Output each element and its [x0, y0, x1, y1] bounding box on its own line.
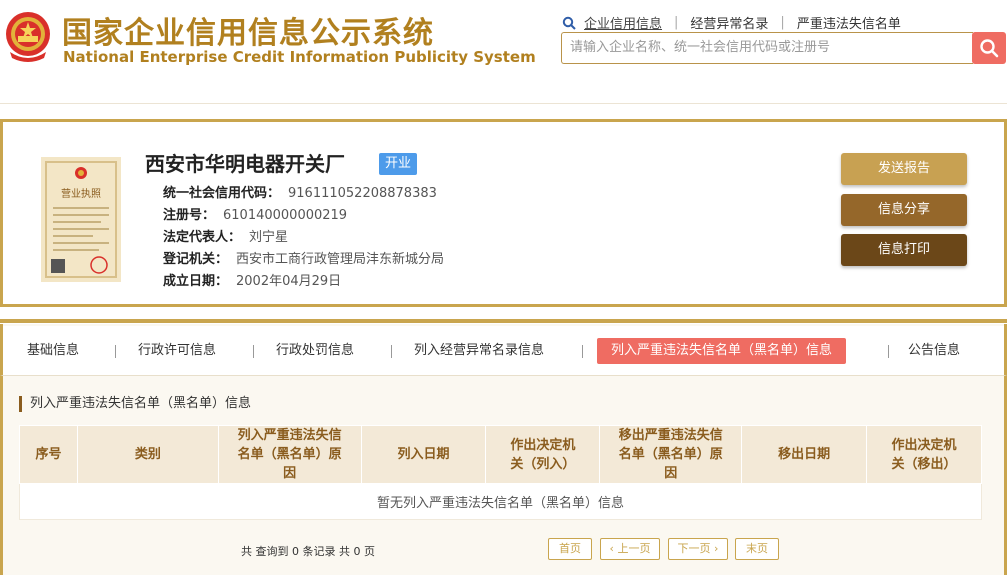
info-label: 统一社会信用代码：	[163, 186, 281, 201]
first-page-button[interactable]: 首页	[548, 538, 592, 560]
info-label: 成立日期：	[163, 274, 229, 289]
info-row-legal-rep: 法定代表人： 刘宁星	[163, 226, 288, 245]
search-button[interactable]	[972, 32, 1006, 64]
column-header-index: 序号	[19, 425, 78, 484]
column-header-removal-authority: 作出决定机关（移出）	[866, 425, 982, 484]
status-badge: 开业	[379, 153, 418, 175]
empty-message: 暂无列入严重违法失信名单（黑名单）信息	[19, 483, 982, 520]
blacklist-table: 序号 类别 列入严重违法失信名单（黑名单）原因 列入日期 作出决定机关（列入） …	[19, 425, 982, 520]
search-icon	[980, 39, 999, 58]
section-title: 列入严重违法失信名单（黑名单）信息	[19, 396, 251, 412]
column-header-removal-reason: 移出严重违法失信名单（黑名单）原因	[599, 425, 743, 484]
search-icon	[562, 16, 576, 30]
info-row-authority: 登记机关： 西安市工商行政管理局沣东新城分局	[163, 248, 444, 267]
pager-info: 共 查询到 0 条记录 共 0 页	[241, 545, 375, 558]
svg-text:营业执照: 营业执照	[61, 187, 101, 200]
share-info-button[interactable]: 信息分享	[841, 194, 967, 226]
tab-separator	[115, 345, 116, 358]
tab-announcements[interactable]: 公告信息	[908, 338, 960, 364]
table-header-row: 序号 类别 列入严重违法失信名单（黑名单）原因 列入日期 作出决定机关（列入） …	[19, 425, 982, 484]
tab-basic-info[interactable]: 基础信息	[27, 338, 79, 364]
info-row-credit-code: 统一社会信用代码： 916111052208878383	[163, 182, 437, 201]
info-row-reg-number: 注册号： 610140000000219	[163, 204, 347, 223]
tab-admin-license[interactable]: 行政许可信息	[138, 338, 216, 364]
site-title-en: National Enterprise Credit Information P…	[63, 48, 536, 66]
prev-page-label: 上一页	[617, 542, 651, 555]
tab-bar: 基础信息 行政许可信息 行政处罚信息 列入经营异常名录信息 列入严重违法失信名单…	[0, 326, 1007, 376]
search-input[interactable]: 请输入企业名称、统一社会信用代码或注册号	[561, 32, 973, 64]
tab-abnormal-list[interactable]: 列入经营异常名录信息	[414, 338, 544, 364]
tab-separator	[391, 345, 392, 358]
column-header-listing-date: 列入日期	[360, 425, 487, 484]
send-report-button[interactable]: 发送报告	[841, 153, 967, 185]
prev-page-button[interactable]: ‹ 上一页	[600, 538, 660, 560]
next-page-button[interactable]: 下一页 ›	[668, 538, 728, 560]
company-name: 西安市华明电器开关厂	[145, 152, 345, 176]
column-header-removal-date: 移出日期	[741, 425, 868, 484]
column-header-category: 类别	[76, 425, 219, 484]
site-header: 国家企业信用信息公示系统 National Enterprise Credit …	[0, 0, 1007, 104]
info-value: 刘宁星	[249, 230, 289, 245]
nav-link-abnormal-list[interactable]: 经营异常名录	[690, 13, 768, 32]
tab-admin-penalty[interactable]: 行政处罚信息	[276, 338, 354, 364]
info-value: 610140000000219	[223, 208, 348, 223]
company-info-card: 营业执照 西安市华明电器开关厂 开业 统一社会信用代码： 916111052208…	[0, 119, 1007, 307]
column-header-listing-reason: 列入严重违法失信名单（黑名单）原因	[217, 425, 362, 484]
business-license-image: 营业执照	[41, 157, 121, 282]
section-divider	[0, 319, 1007, 323]
info-value: 西安市工商行政管理局沣东新城分局	[236, 252, 445, 267]
info-row-founded-date: 成立日期： 2002年04月29日	[163, 270, 341, 289]
info-label: 法定代表人：	[163, 230, 242, 245]
site-title-cn: 国家企业信用信息公示系统	[62, 16, 434, 51]
tab-separator	[888, 345, 889, 358]
info-value: 916111052208878383	[288, 186, 437, 201]
nav-separator: |	[780, 15, 785, 30]
tab-separator	[582, 345, 583, 358]
print-info-button[interactable]: 信息打印	[841, 234, 967, 266]
last-page-button[interactable]: 末页	[735, 538, 779, 560]
chevron-right-icon: ›	[710, 542, 719, 555]
nav-link-blacklist[interactable]: 严重违法失信名单	[797, 13, 901, 32]
column-header-listing-authority: 作出决定机关（列入）	[485, 425, 601, 484]
nav-link-credit-info[interactable]: 企业信用信息	[584, 13, 662, 32]
table-row: 暂无列入严重违法失信名单（黑名单）信息	[19, 483, 982, 520]
info-value: 2002年04月29日	[236, 274, 342, 289]
national-emblem-icon	[6, 12, 50, 62]
info-label: 注册号：	[163, 208, 216, 223]
nav-separator: |	[674, 15, 679, 30]
top-nav-links: 企业信用信息 | 经营异常名录 | 严重违法失信名单	[562, 13, 901, 32]
tab-blacklist[interactable]: 列入严重违法失信名单（黑名单）信息	[597, 338, 847, 364]
info-label: 登记机关：	[163, 252, 229, 267]
tab-separator	[253, 345, 254, 358]
next-page-label: 下一页	[677, 542, 711, 555]
